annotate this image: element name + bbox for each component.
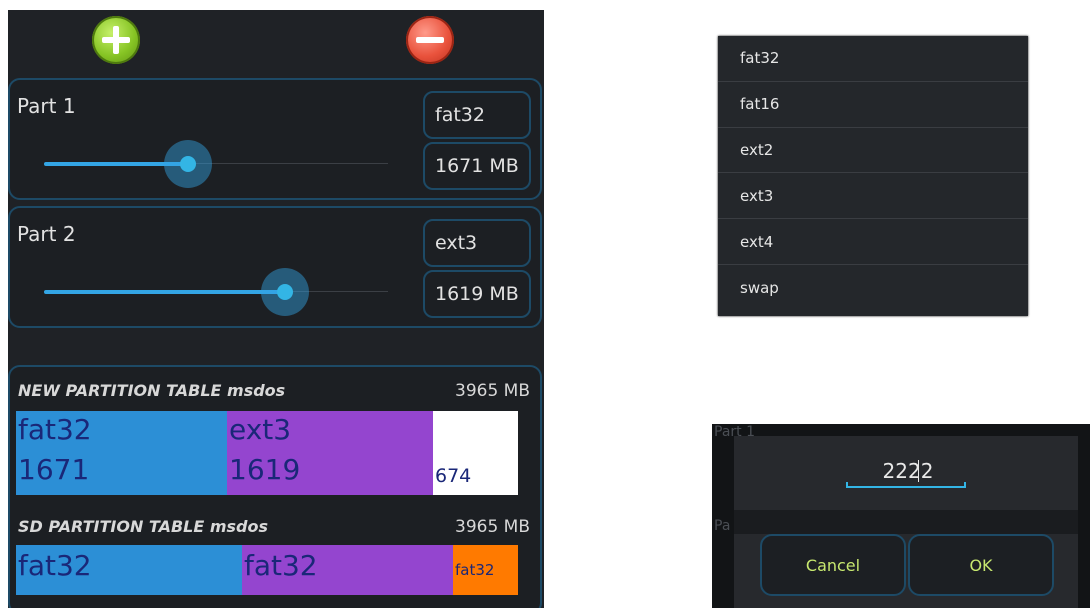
fs-type-selector[interactable]: ext3	[423, 219, 531, 267]
new-segment-1: fat32 1671	[16, 411, 227, 495]
fs-option-fat16[interactable]: fat16	[718, 82, 1028, 128]
size-slider-fill	[44, 290, 285, 294]
size-input[interactable]	[846, 458, 970, 484]
sd-table-size: 3965 MB	[455, 517, 530, 537]
text-caret	[918, 460, 919, 482]
partition-editor: Part 1 fat32 1671 MB Part 2 ext3 1619 MB…	[8, 10, 544, 608]
cancel-button[interactable]: Cancel	[760, 534, 906, 596]
new-table-title: NEW PARTITION TABLE msdos	[18, 381, 286, 400]
fs-option-ext3[interactable]: ext3	[718, 173, 1028, 220]
sd-table-title: SD PARTITION TABLE msdos	[18, 517, 269, 536]
partition-card-1: Part 1 fat32 1671 MB	[8, 78, 542, 200]
ok-button[interactable]: OK	[908, 534, 1054, 596]
fs-type-selector[interactable]: fat32	[423, 91, 531, 139]
sd-segment-3: fat32	[453, 545, 518, 595]
segment-type: fat32	[18, 549, 92, 582]
partition-card-2: Part 2 ext3 1619 MB	[8, 206, 542, 328]
add-partition-button[interactable]	[92, 16, 140, 64]
segment-type: ext3	[229, 413, 292, 446]
partition-label: Part 2	[17, 222, 76, 246]
sd-segment-2: fat32	[242, 545, 453, 595]
fs-option-swap[interactable]: swap	[718, 265, 1028, 311]
fs-option-ext2[interactable]: ext2	[718, 128, 1028, 174]
dialog-separator	[734, 510, 1078, 534]
fs-option-fat32[interactable]: fat32	[718, 36, 1028, 82]
new-partition-bar: fat32 1671 ext3 1619 674	[16, 411, 518, 495]
fs-option-ext4[interactable]: ext4	[718, 219, 1028, 265]
segment-size: 1671	[18, 453, 90, 486]
new-segment-free: 674	[433, 411, 518, 495]
segment-type: fat32	[244, 549, 318, 582]
backdrop-text: Pa	[714, 518, 731, 534]
segment-size: 674	[435, 465, 472, 487]
size-field[interactable]: 1619 MB	[423, 270, 531, 318]
partition-tables-card: NEW PARTITION TABLE msdos 3965 MB fat32 …	[8, 365, 542, 608]
partition-label: Part 1	[17, 94, 76, 118]
size-input-underline	[846, 482, 966, 488]
remove-partition-button[interactable]	[406, 16, 454, 64]
new-segment-2: ext3 1619	[227, 411, 433, 495]
size-slider-thumb[interactable]	[276, 284, 293, 300]
size-dialog: Cancel OK	[734, 436, 1078, 608]
segment-size: 1619	[229, 453, 301, 486]
sd-segment-1: fat32	[16, 545, 242, 595]
sd-partition-bar: fat32 fat32 fat32	[16, 545, 518, 595]
segment-type: fat32	[18, 413, 92, 446]
size-field[interactable]: 1671 MB	[423, 142, 531, 190]
fs-type-dropdown: fat32 fat16 ext2 ext3 ext4 swap	[718, 36, 1028, 316]
segment-type: fat32	[455, 561, 495, 579]
new-table-size: 3965 MB	[455, 381, 530, 401]
